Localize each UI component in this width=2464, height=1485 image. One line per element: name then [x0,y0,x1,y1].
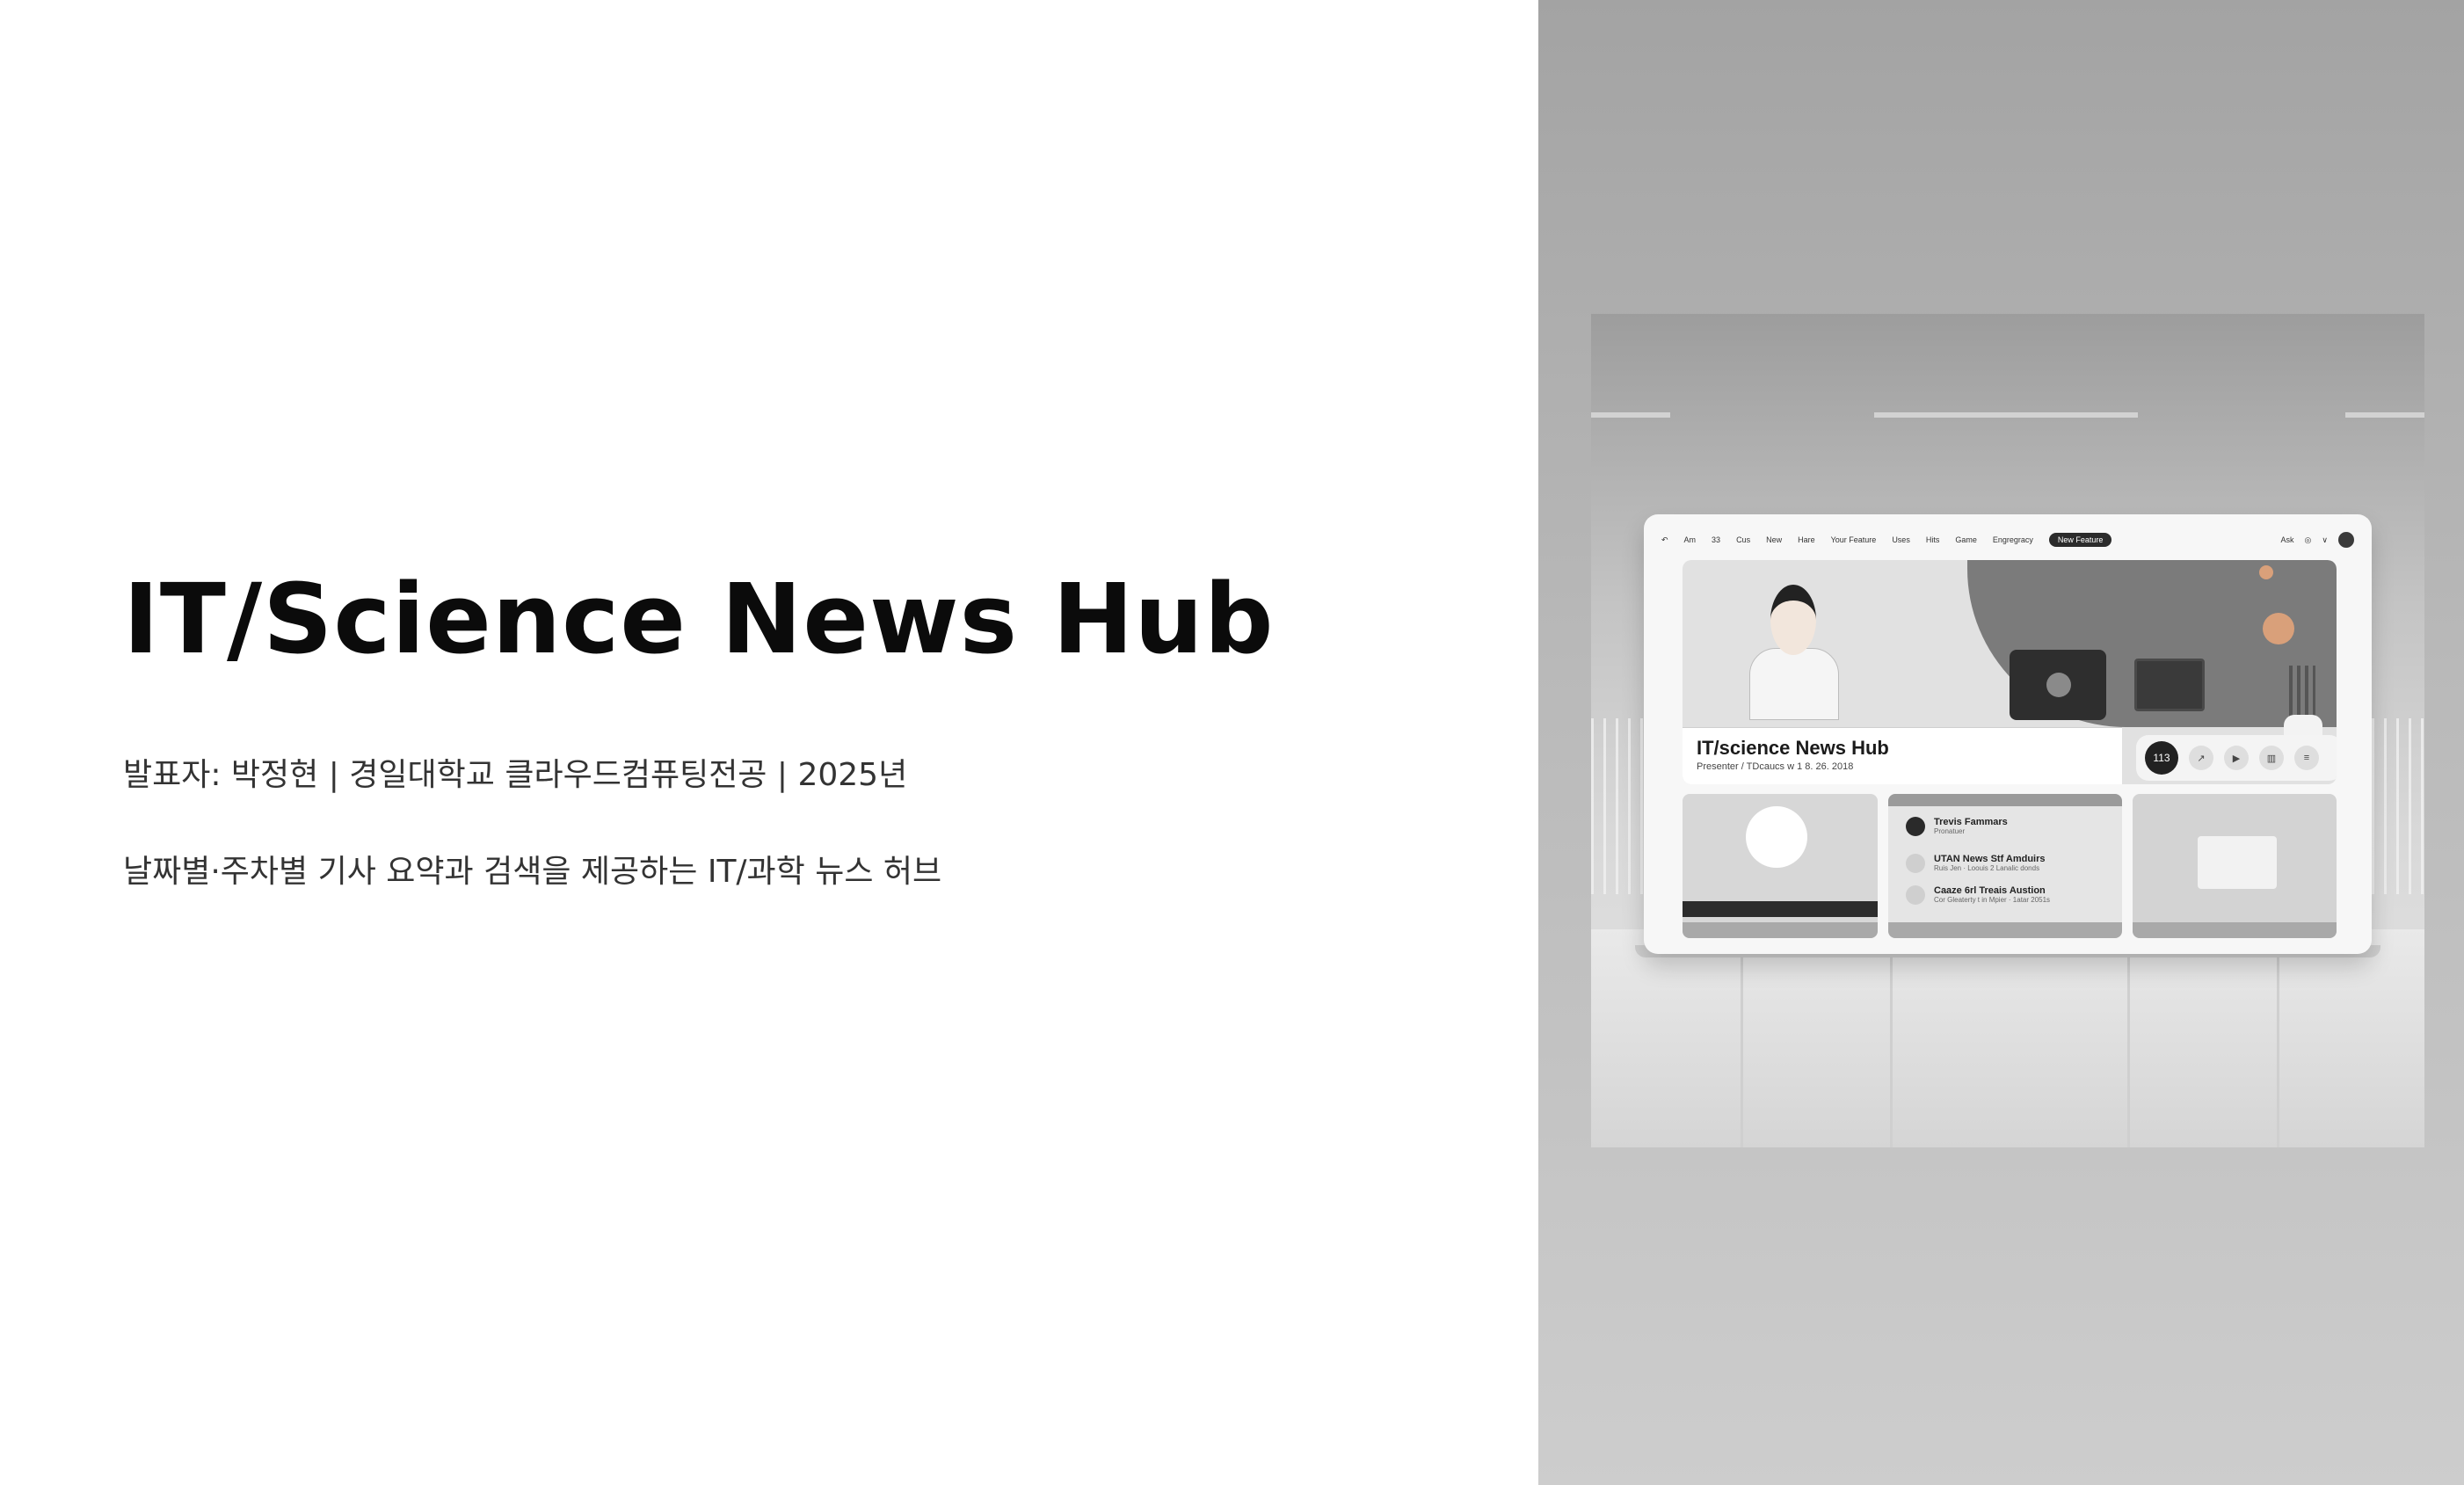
list-item: Trevis Fammars Pronatuer [1906,817,2008,836]
floor [1591,929,2424,1147]
hero-card-title: IT/science News Hub [1697,737,1889,759]
nav-item: Cus [1736,535,1751,544]
floor-line [2127,929,2130,1147]
monitor-mockup: ↶ Am 33 Cus New Hare Your Feature Uses H… [1644,514,2372,954]
list-item: UTAN News Stf Amduirs Ruis Jen · Loouis … [1906,854,2046,873]
mail-icon [1906,854,1925,873]
ceiling-light [1874,412,2138,418]
mockup-card-device [2133,794,2337,938]
card-footer [2133,922,2337,938]
mockup-nav: ↶ Am 33 Cus New Hare Your Feature Uses H… [1661,527,2354,553]
left-rack-decoration [1591,718,1644,894]
list-item-subtitle: Ruis Jen · Loouis 2 Lanalic donds [1934,864,2040,872]
mockup-card-scene [1683,794,1878,938]
slide-title: IT/Science News Hub [123,563,1275,675]
cart-icon: ≡ [2294,746,2319,770]
chart-icon: ▥ [2259,746,2284,770]
list-item-subtitle: Pronatuer [1934,827,1966,835]
play-icon [2046,673,2071,697]
right-rack-decoration [2372,718,2424,894]
video-screen [2010,650,2106,720]
card-footer [1683,922,1878,938]
nav-item: New [1766,535,1783,544]
slide-description: 날짜별·주차별 기사 요약과 검색을 제공하는 IT/과학 뉴스 허브 [123,854,942,890]
nav-right-label: Ask [2280,535,2294,544]
orb-decoration [2263,613,2294,644]
nav-right: Ask ◎ ∨ [2281,532,2354,548]
back-icon: ↶ [1661,535,1668,544]
list-item: Caaze 6rl Treais Austion Cor Gleaterty t… [1906,885,2050,905]
device-illustration [2198,836,2277,889]
nav-item: Hits [1925,535,1940,544]
floor-line [1741,929,1743,1147]
illustration-panel: ↶ Am 33 Cus New Hare Your Feature Uses H… [1538,0,2464,1485]
nav-item: 33 [1712,535,1721,544]
nav-pill: New Feature [2048,533,2112,547]
share-icon: ↗ [2189,746,2213,770]
list-item-subtitle: Cor Gleaterty t in Mpier · 1atar 2051s [1934,896,2051,904]
presenter-illustration-body [1749,648,1839,720]
floor-line [2277,929,2279,1147]
ceiling-light [1591,412,1670,418]
ceiling-light [2345,412,2424,418]
counter-badge: 113 [2145,741,2178,775]
orb-decoration [2259,565,2273,579]
chevron-down-icon: ∨ [2322,535,2328,544]
hero-caption-card: IT/science News Hub Presenter / TDcaucs … [1683,727,2122,784]
floor-line [1890,929,1893,1147]
nav-item: Your Feature [1830,535,1877,544]
media-controls: 113 ↗ ▶ ▥ ≡ [2136,735,2337,781]
ground-illustration [1683,901,1878,917]
avatar [2338,532,2354,548]
moon-illustration [1746,806,1807,868]
list-item-title: Trevis Fammars [1934,817,2008,827]
slide-text-panel: IT/Science News Hub 발표자: 박정현 | 경일대학교 클라우… [0,0,1538,1485]
nav-item: Uses [1892,535,1910,544]
illustration-scene: ↶ Am 33 Cus New Hare Your Feature Uses H… [1591,314,2424,1147]
nav-item: Am [1683,535,1697,544]
list-item-title: Caaze 6rl Treais Austion [1934,885,2046,896]
mockup-card-list: Trevis Fammars Pronatuer UTAN News Stf A… [1888,794,2122,938]
nav-item: Hare [1798,535,1815,544]
slide-subtitle: 발표자: 박정현 | 경일대학교 클라우드컴퓨팅전공 | 2025년 [123,757,908,793]
list-item-title: UTAN News Stf Amduirs [1934,854,2046,864]
card-header-bar [1888,794,2122,806]
mockup-hero: IT/science News Hub Presenter / TDcaucs … [1683,560,2337,784]
hero-card-subtitle: Presenter / TDcaucs w 1 8. 26. 2018 [1697,761,1854,772]
presenter-illustration-head [1770,585,1816,655]
user-icon [1906,885,1925,905]
nav-item: Engregracy [1992,535,2033,544]
notification-icon: ◎ [2304,535,2312,544]
card-footer [1888,922,2122,938]
user-icon [1906,817,1925,836]
nav-item: Game [1955,535,1977,544]
desk-monitor-illustration [2134,659,2205,711]
play-icon: ▶ [2224,746,2249,770]
